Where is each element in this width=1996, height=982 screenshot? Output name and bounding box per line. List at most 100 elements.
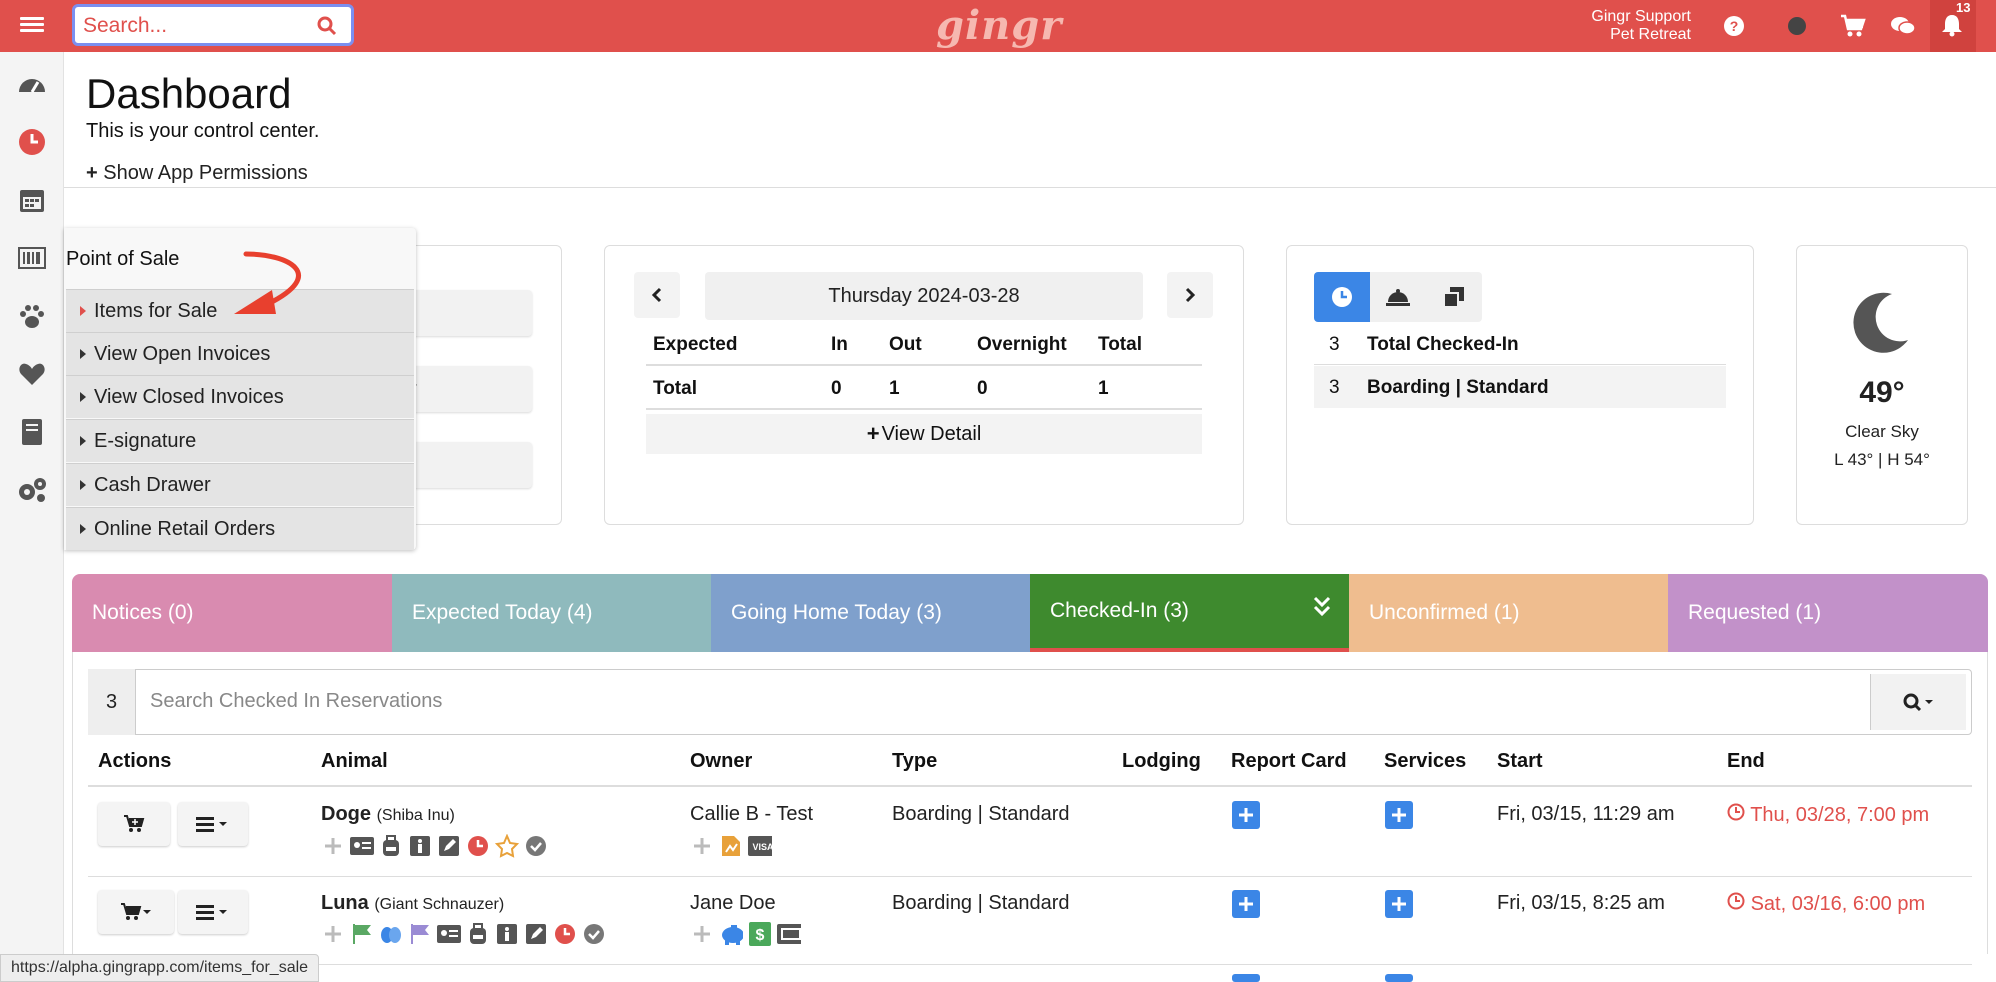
animal-icons bbox=[321, 922, 606, 946]
help-icon[interactable]: ? bbox=[1721, 13, 1747, 39]
location-name: Pet Retreat bbox=[1610, 26, 1691, 43]
svg-text:?: ? bbox=[1730, 18, 1739, 34]
reservation-type: Boarding | Standard bbox=[892, 803, 1070, 825]
toggle-service-button[interactable] bbox=[1370, 272, 1426, 322]
global-search[interactable] bbox=[72, 4, 354, 46]
search-icon[interactable] bbox=[317, 16, 337, 41]
calendar-icon[interactable] bbox=[16, 184, 48, 216]
user-menu[interactable]: Gingr Support Pet Retreat bbox=[1591, 8, 1691, 44]
paw-icon[interactable] bbox=[16, 300, 48, 332]
edit-icon[interactable] bbox=[437, 834, 461, 858]
verified-badge-icon[interactable] bbox=[524, 834, 548, 858]
next-day-button[interactable] bbox=[1167, 272, 1213, 318]
reservation-search-button[interactable] bbox=[1870, 674, 1966, 730]
weather-temp: 49° bbox=[1859, 376, 1905, 409]
hands-icon[interactable] bbox=[379, 922, 403, 946]
row-menu-button[interactable] bbox=[178, 890, 248, 934]
quick-action-button-1[interactable] bbox=[400, 290, 532, 336]
pos-menu-title[interactable]: Point of Sale bbox=[66, 248, 179, 271]
clock-icon[interactable] bbox=[466, 834, 490, 858]
id-card-icon[interactable] bbox=[350, 834, 374, 858]
pos-item-e-signature[interactable]: E-signature bbox=[66, 419, 414, 462]
star-icon[interactable] bbox=[495, 834, 519, 858]
add-plus-icon[interactable] bbox=[690, 922, 714, 946]
reservation-search-input[interactable] bbox=[150, 686, 1850, 716]
id-card-icon[interactable] bbox=[437, 922, 461, 946]
tab-expected-today[interactable]: Expected Today (4) bbox=[392, 574, 711, 652]
pos-item-open-invoices[interactable]: View Open Invoices bbox=[66, 332, 414, 375]
add-plus-icon[interactable] bbox=[321, 834, 345, 858]
global-search-input[interactable] bbox=[83, 13, 313, 39]
add-service-button-partial[interactable] bbox=[1385, 974, 1413, 982]
barcode-icon[interactable] bbox=[16, 242, 48, 274]
tab-label: Unconfirmed (1) bbox=[1369, 601, 1520, 624]
animal-cell[interactable]: Luna (Giant Schnauzer) bbox=[321, 892, 504, 915]
add-plus-icon[interactable] bbox=[690, 834, 714, 858]
menu-icon[interactable] bbox=[20, 14, 44, 36]
prev-day-button[interactable] bbox=[634, 272, 680, 318]
edit-icon[interactable] bbox=[524, 922, 548, 946]
owner-name[interactable]: Jane Doe bbox=[690, 892, 776, 915]
counts-divider bbox=[646, 364, 1202, 366]
ticket-icon[interactable] bbox=[777, 922, 801, 946]
heart-icon[interactable] bbox=[16, 358, 48, 390]
show-permissions-link[interactable]: + Show App Permissions bbox=[86, 162, 308, 185]
info-icon[interactable] bbox=[408, 834, 432, 858]
tab-notices[interactable]: Notices (0) bbox=[72, 574, 392, 652]
dollar-icon[interactable]: $ bbox=[748, 922, 772, 946]
reservation-count: 3 bbox=[88, 669, 136, 735]
counts-divider-2 bbox=[646, 408, 1202, 410]
add-service-button[interactable] bbox=[1385, 890, 1413, 918]
add-report-card-button[interactable] bbox=[1232, 801, 1260, 829]
toggle-clock-button[interactable] bbox=[1314, 272, 1370, 322]
settings-gears-icon[interactable] bbox=[16, 474, 48, 506]
date-display[interactable]: Thursday 2024-03-28 bbox=[705, 272, 1143, 320]
gingr-logo[interactable]: gingr bbox=[936, 2, 1062, 49]
tab-unconfirmed[interactable]: Unconfirmed (1) bbox=[1349, 574, 1668, 652]
user-name: Gingr Support bbox=[1591, 8, 1691, 25]
toggle-copy-button[interactable] bbox=[1426, 272, 1482, 322]
add-report-card-button-partial[interactable] bbox=[1232, 974, 1260, 982]
piggy-bank-icon[interactable] bbox=[719, 922, 743, 946]
animal-name[interactable]: Luna bbox=[321, 892, 369, 914]
add-plus-icon[interactable] bbox=[321, 922, 345, 946]
owner-name[interactable]: Callie B - Test bbox=[690, 803, 813, 826]
green-flag-icon[interactable] bbox=[350, 922, 374, 946]
tab-label: Requested (1) bbox=[1688, 601, 1822, 624]
dashboard-icon[interactable] bbox=[16, 68, 48, 100]
add-report-card-button[interactable] bbox=[1232, 890, 1260, 918]
cart-button[interactable] bbox=[98, 802, 170, 846]
pos-item-cash-drawer[interactable]: Cash Drawer bbox=[66, 463, 414, 506]
clock-icon[interactable] bbox=[553, 922, 577, 946]
backpack-icon[interactable] bbox=[379, 834, 403, 858]
tab-checked-in[interactable]: Checked-In (3) bbox=[1030, 574, 1349, 652]
verified-badge-icon[interactable] bbox=[582, 922, 606, 946]
tab-going-home-today[interactable]: Going Home Today (3) bbox=[711, 574, 1030, 652]
visa-card-icon[interactable]: VISA bbox=[748, 834, 772, 858]
clock-icon[interactable] bbox=[16, 126, 48, 158]
cart-dropdown-button[interactable] bbox=[98, 890, 174, 934]
animal-name[interactable]: Doge bbox=[321, 803, 371, 825]
cart-icon[interactable] bbox=[1840, 13, 1866, 39]
chat-icon[interactable] bbox=[1890, 13, 1916, 39]
backpack-icon[interactable] bbox=[466, 922, 490, 946]
cart-icon bbox=[124, 815, 145, 832]
row-menu-button[interactable] bbox=[178, 802, 248, 846]
view-detail-button[interactable]: + View Detail bbox=[646, 414, 1202, 454]
status-dot-icon[interactable] bbox=[1784, 13, 1810, 39]
col-actions: Actions bbox=[98, 750, 172, 772]
quick-action-button-2[interactable]: r bbox=[400, 366, 532, 412]
quick-action-button-3[interactable] bbox=[400, 442, 532, 488]
info-icon[interactable] bbox=[495, 922, 519, 946]
tab-requested[interactable]: Requested (1) bbox=[1668, 574, 1988, 652]
col-animal: Animal bbox=[321, 750, 388, 772]
caret-right-icon bbox=[80, 436, 86, 446]
book-icon[interactable] bbox=[16, 416, 48, 448]
pos-item-online-retail-orders[interactable]: Online Retail Orders bbox=[66, 507, 414, 550]
service-bell-icon bbox=[1386, 289, 1410, 306]
pos-item-closed-invoices[interactable]: View Closed Invoices bbox=[66, 375, 414, 418]
purple-flag-icon[interactable] bbox=[408, 922, 432, 946]
signature-document-icon[interactable] bbox=[719, 834, 743, 858]
add-service-button[interactable] bbox=[1385, 801, 1413, 829]
animal-cell[interactable]: Doge (Shiba Inu) bbox=[321, 803, 455, 826]
